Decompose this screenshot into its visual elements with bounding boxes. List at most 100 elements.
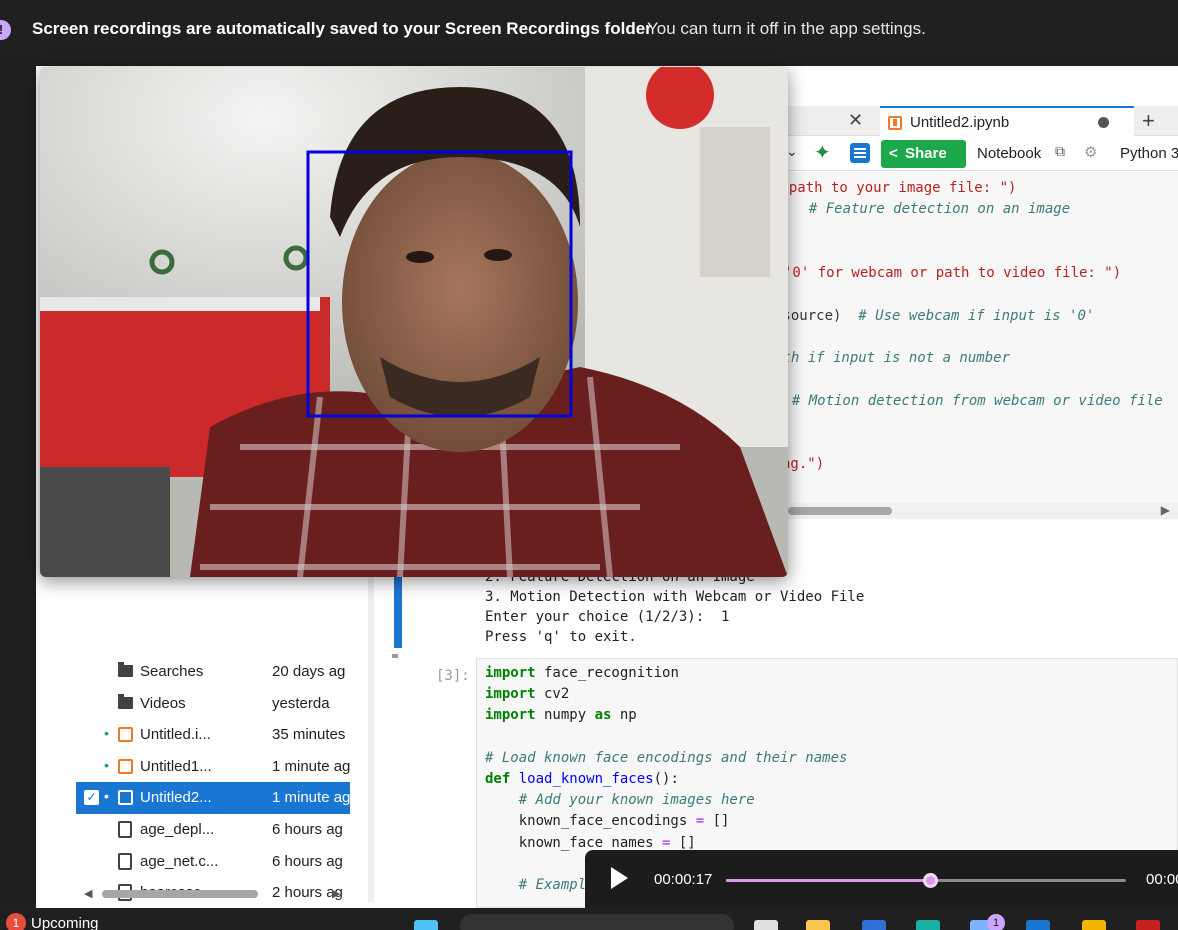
seek-progress xyxy=(726,879,930,882)
info-icon: ! xyxy=(0,20,11,40)
file-modified: 6 hours ag xyxy=(272,852,343,870)
running-dot-icon: • xyxy=(104,725,109,742)
file-icon xyxy=(118,852,132,870)
new-tab-button[interactable]: + xyxy=(1142,108,1155,134)
code-line: # Motion detection from webcam or video … xyxy=(791,393,1163,409)
seek-bar[interactable] xyxy=(726,873,1126,888)
webcam-frame xyxy=(40,67,788,577)
code-line: _source) # Use webcam if input is '0' xyxy=(774,308,1095,324)
code-line: known_face_names = [] xyxy=(485,834,696,851)
file-modified: 1 minute ag xyxy=(272,789,350,807)
file-row[interactable]: age_depl... 6 hours ag xyxy=(76,814,350,846)
file-browser: Searches 20 days ag Videos yesterda • Untitle… xyxy=(76,566,399,930)
property-inspector-icon[interactable] xyxy=(850,143,870,163)
file-name: Videos xyxy=(140,694,186,712)
recording-notification-banner: ! Screen recordings are automatically sa… xyxy=(0,0,1178,58)
cell-output: 2. Feature Detection on an Image 3. Moti… xyxy=(376,566,1178,654)
tab-untitled2[interactable]: Untitled2.ipynb xyxy=(880,106,1134,137)
scroll-right-icon[interactable]: ▶ xyxy=(332,887,340,900)
chrome-icon[interactable] xyxy=(1082,920,1106,930)
upcoming-widget[interactable]: Upcoming xyxy=(31,915,99,930)
output-collapse-bar[interactable] xyxy=(394,568,402,648)
code-line: # Exampl xyxy=(518,877,587,893)
file-row[interactable]: • Untitled1... 1 minute ag xyxy=(76,751,350,783)
checkbox-icon[interactable]: ✓ xyxy=(84,790,99,806)
taskbar-search[interactable] xyxy=(460,914,734,930)
play-icon[interactable] xyxy=(611,867,628,889)
output-line: Enter your choice (1/2/3): 1 xyxy=(485,609,730,625)
webcam-preview-window[interactable] xyxy=(40,67,788,577)
code-line: known_face_encodings = [] xyxy=(485,813,730,830)
file-modified: yesterda xyxy=(272,694,330,712)
taskbar: 1 Upcoming 1 xyxy=(0,908,1178,930)
browser-icon[interactable] xyxy=(916,920,940,930)
scrollbar-thumb[interactable] xyxy=(102,890,258,898)
file-modified: 35 minutes ag xyxy=(272,726,350,744)
notebook-icon xyxy=(118,758,133,774)
running-dot-icon: • xyxy=(104,756,109,773)
scroll-left-icon[interactable]: ◀ xyxy=(84,887,92,900)
scroll-right-icon[interactable]: ▶ xyxy=(1161,503,1170,517)
end-time: 00:00 xyxy=(1146,871,1178,888)
code-cell-top[interactable]: e path to your image file: ") # Feature … xyxy=(772,172,1178,512)
media-player: 00:00:17 00:00 xyxy=(585,850,1178,908)
panel-divider[interactable] xyxy=(368,566,374,902)
file-browser-horizontal-scrollbar[interactable]: ◀ ▶ xyxy=(76,886,352,902)
file-modified: 1 minute ag xyxy=(272,757,350,775)
file-name: age_net.c... xyxy=(140,852,219,870)
share-button[interactable]: < Share xyxy=(881,140,966,168)
code-line: # Add your known images here xyxy=(518,792,755,809)
gmail-icon[interactable] xyxy=(1136,920,1160,930)
notification-badge[interactable]: 1 xyxy=(6,913,26,930)
code-line: '0' for webcam or path to video file: ") xyxy=(784,265,1122,281)
file-row[interactable]: Searches 20 days ag xyxy=(76,656,350,688)
close-tab-icon[interactable]: ✕ xyxy=(848,110,863,131)
code-line: import face_recognition xyxy=(485,665,679,681)
code-horizontal-scrollbar[interactable]: ▶ xyxy=(788,503,1178,519)
tab-bar: ✕ Untitled2.ipynb + xyxy=(788,106,1178,137)
edge-icon[interactable] xyxy=(862,920,886,930)
output-line: 3. Motion Detection with Webcam or Video… xyxy=(485,589,865,605)
kernel-selector[interactable]: Python 3 xyxy=(1120,145,1178,162)
running-dot-icon: • xyxy=(104,788,109,805)
store-icon[interactable] xyxy=(1026,920,1050,930)
code-line: ng.") xyxy=(782,456,825,472)
current-time: 00:00:17 xyxy=(654,871,713,888)
file-name: Untitled1... xyxy=(140,757,212,775)
folder-icon[interactable] xyxy=(806,920,830,930)
gear-icon[interactable]: ⚙ xyxy=(1084,143,1097,161)
file-name: Untitled.i... xyxy=(140,726,211,744)
file-modified: 6 hours ag xyxy=(272,821,343,838)
folder-icon xyxy=(118,662,133,677)
file-modified: 20 days ag xyxy=(272,663,346,680)
share-label: Share xyxy=(905,145,947,162)
output-line: Press 'q' to exit. xyxy=(485,629,637,645)
seek-handle[interactable] xyxy=(923,873,938,888)
tab-label: Untitled2.ipynb xyxy=(910,114,1010,131)
file-icon xyxy=(118,821,132,838)
desktop-background xyxy=(0,58,36,908)
file-name: Untitled2... xyxy=(140,789,212,807)
unsaved-dot-icon[interactable] xyxy=(1098,117,1109,128)
folder-icon xyxy=(118,693,133,709)
app-badge: 1 xyxy=(987,914,1005,930)
file-row[interactable]: • Untitled.i... 35 minutes ag xyxy=(76,719,350,751)
notebook-icon xyxy=(118,790,133,806)
code-line: # Feature detection on an image xyxy=(808,201,1071,217)
external-link-icon[interactable]: ⧉ xyxy=(1055,143,1065,160)
scrollbar-thumb[interactable] xyxy=(788,507,892,515)
windows-start-icon[interactable] xyxy=(414,920,438,930)
notebook-icon xyxy=(888,116,902,130)
notebook-toolbar: ⌄ ✦ < Share Notebook ⧉ ⚙ Python 3 xyxy=(786,137,1178,171)
file-row[interactable]: age_net.c... 6 hours ag xyxy=(76,846,350,878)
file-explorer-icon[interactable] xyxy=(754,920,778,930)
file-row[interactable]: ✓ • Untitled2... 1 minute ag xyxy=(76,782,350,815)
notebook-icon xyxy=(118,727,133,743)
code-line: # Load known face encodings and their na… xyxy=(485,749,848,766)
screen: ! Screen recordings are automatically sa… xyxy=(0,0,1178,930)
notebook-view-label[interactable]: Notebook xyxy=(977,145,1041,162)
code-line: def load_known_faces(): xyxy=(485,771,679,787)
code-line: import cv2 xyxy=(485,686,570,703)
file-row[interactable]: Videos yesterda xyxy=(76,688,350,720)
ai-sparkle-icon[interactable]: ✦ xyxy=(814,140,831,165)
